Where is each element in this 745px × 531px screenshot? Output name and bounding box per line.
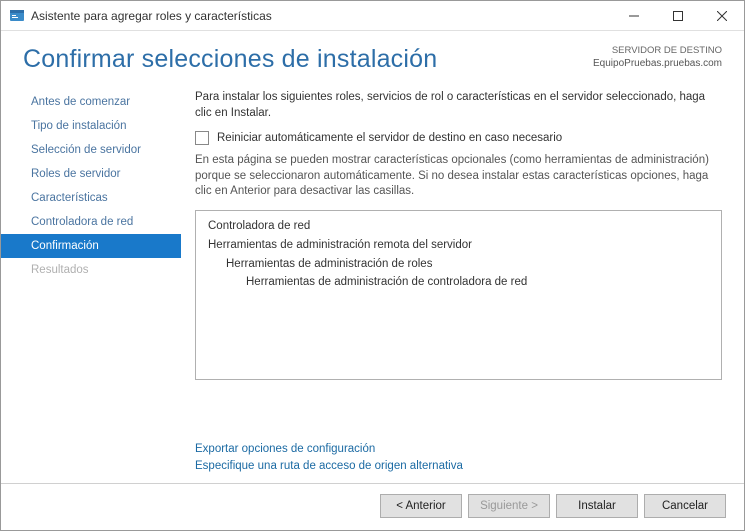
previous-button[interactable]: < Anterior (380, 494, 462, 518)
step-before-begin[interactable]: Antes de comenzar (1, 90, 181, 114)
destination-label: SERVIDOR DE DESTINO (593, 45, 722, 57)
step-network-controller[interactable]: Controladora de red (1, 210, 181, 234)
step-install-type[interactable]: Tipo de instalación (1, 114, 181, 138)
wizard-window: Asistente para agregar roles y caracterí… (0, 0, 745, 531)
alt-source-path-link[interactable]: Especifique una ruta de acceso de origen… (195, 458, 722, 475)
step-results: Resultados (1, 258, 181, 282)
tree-item: Herramientas de administración de roles (206, 255, 711, 274)
tree-item: Herramientas de administración de contro… (206, 273, 711, 292)
wizard-body: Antes de comenzar Tipo de instalación Se… (1, 84, 744, 483)
restart-checkbox[interactable] (195, 131, 209, 145)
destination-info: SERVIDOR DE DESTINO EquipoPruebas.prueba… (593, 45, 722, 70)
export-config-link[interactable]: Exportar opciones de configuración (195, 441, 722, 458)
restart-checkbox-label: Reiniciar automáticamente el servidor de… (217, 132, 562, 144)
page-header: Confirmar selecciones de instalación SER… (1, 31, 744, 84)
step-features[interactable]: Características (1, 186, 181, 210)
minimize-button[interactable] (612, 2, 656, 30)
titlebar: Asistente para agregar roles y caracterí… (1, 1, 744, 31)
step-sidebar: Antes de comenzar Tipo de instalación Se… (1, 84, 181, 483)
selection-tree: Controladora de red Herramientas de admi… (195, 210, 722, 380)
tree-item: Controladora de red (206, 217, 711, 236)
optional-note: En esta página se pueden mostrar caracte… (195, 153, 722, 200)
window-title: Asistente para agregar roles y caracterí… (31, 9, 612, 23)
close-button[interactable] (700, 2, 744, 30)
tree-item: Herramientas de administración remota de… (206, 236, 711, 255)
intro-text: Para instalar los siguientes roles, serv… (195, 90, 722, 121)
cancel-button[interactable]: Cancelar (644, 494, 726, 518)
step-server-roles[interactable]: Roles de servidor (1, 162, 181, 186)
maximize-button[interactable] (656, 2, 700, 30)
main-panel: Para instalar los siguientes roles, serv… (181, 84, 744, 483)
restart-checkbox-row[interactable]: Reiniciar automáticamente el servidor de… (195, 131, 722, 145)
destination-value: EquipoPruebas.pruebas.com (593, 57, 722, 70)
wizard-footer: < Anterior Siguiente > Instalar Cancelar (1, 483, 744, 530)
step-confirmation[interactable]: Confirmación (1, 234, 181, 258)
page-title: Confirmar selecciones de instalación (23, 45, 437, 74)
next-button: Siguiente > (468, 494, 550, 518)
install-button[interactable]: Instalar (556, 494, 638, 518)
step-server-selection[interactable]: Selección de servidor (1, 138, 181, 162)
app-icon (9, 8, 25, 24)
action-links: Exportar opciones de configuración Espec… (195, 431, 722, 476)
